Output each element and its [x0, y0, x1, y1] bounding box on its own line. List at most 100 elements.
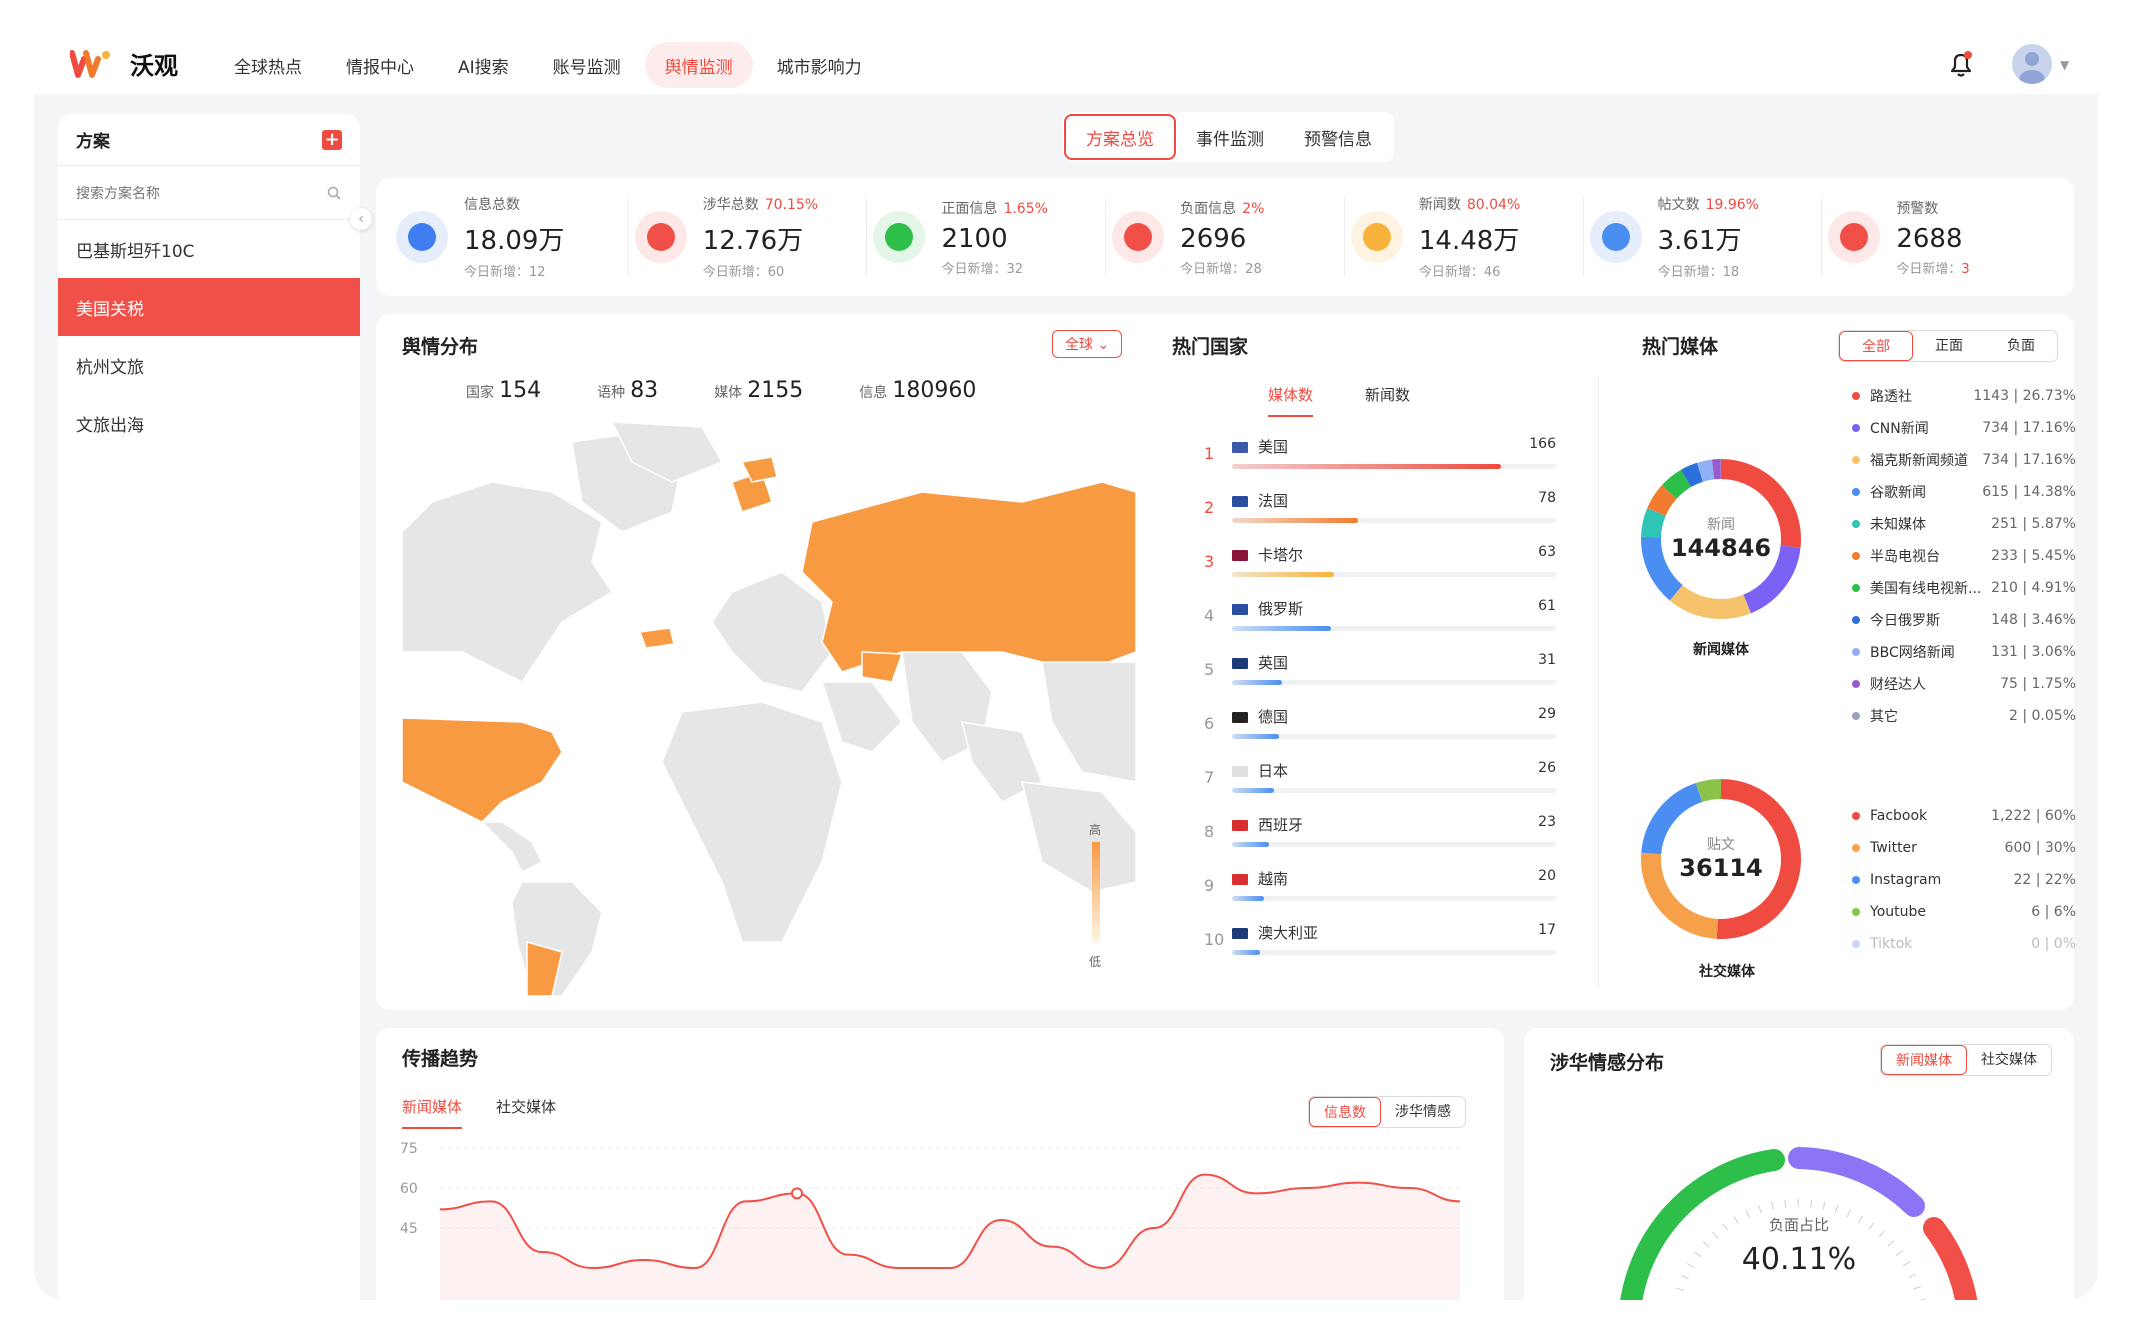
media-name: Youtube	[1870, 904, 1926, 920]
legend-dot	[1852, 392, 1860, 400]
country-rank-row[interactable]: 7 日本 26	[1204, 754, 1564, 808]
nav-opinion-monitor[interactable]: 舆情监测	[644, 42, 753, 88]
gauge-value: 40.11%	[1741, 1242, 1857, 1277]
country-rank-row[interactable]: 1 美国 166	[1204, 430, 1564, 484]
country-rank-row[interactable]: 10 澳大利亚 17	[1204, 916, 1564, 970]
tab-social-media[interactable]: 社交媒体	[496, 1096, 556, 1129]
nav-city-influence[interactable]: 城市影响力	[757, 42, 882, 88]
collapse-sidebar-icon[interactable]: ‹	[350, 208, 372, 230]
stat-icon	[1112, 211, 1165, 263]
stat-card[interactable]: 正面信息 1.65% 2100 今日新增：32	[867, 197, 1107, 277]
country-rank-row[interactable]: 2 法国 78	[1204, 484, 1564, 538]
stat-card[interactable]: 帖文数 19.96% 3.61万 今日新增：18	[1584, 197, 1823, 280]
media-legend-item[interactable]: Twitter 600 | 30%	[1852, 832, 2076, 864]
sentiment-tabs: 新闻媒体 社交媒体	[1880, 1044, 2052, 1076]
mode-info-count[interactable]: 信息数	[1309, 1097, 1381, 1127]
sidebar-item-plan-3[interactable]: 杭州文旅	[58, 336, 360, 394]
country-name: 德国	[1258, 708, 1289, 726]
stat-label: 帖文数 19.96%	[1657, 197, 1759, 213]
media-legend-item[interactable]: BBC网络新闻 131 | 3.06%	[1852, 636, 2076, 668]
rank-bar-track	[1232, 734, 1556, 739]
hot-countries-tabs: 媒体数 新闻数	[1268, 384, 1410, 417]
tab-alert-info[interactable]: 预警信息	[1284, 114, 1392, 160]
rank-number: 9	[1204, 876, 1215, 895]
country-rank-row[interactable]: 3 卡塔尔 63	[1204, 538, 1564, 592]
rank-bar-track	[1232, 842, 1556, 847]
sidebar-item-plan-1[interactable]: 巴基斯坦歼10C	[58, 220, 360, 278]
mode-china-sentiment[interactable]: 涉华情感	[1381, 1097, 1465, 1127]
media-legend-item[interactable]: 美国有线电视新... 210 | 4.91%	[1852, 572, 2076, 604]
media-legend-item[interactable]: Instagram 22 | 22%	[1852, 864, 2076, 896]
donut-segment[interactable]	[1647, 485, 1677, 517]
country-rank-row[interactable]: 8 西班牙 23	[1204, 808, 1564, 862]
media-name: Instagram	[1870, 872, 1942, 888]
plan-search-input[interactable]	[76, 184, 296, 201]
donut-segment[interactable]	[1661, 469, 1692, 499]
donut-segment[interactable]	[1681, 462, 1704, 488]
nav-intel-center[interactable]: 情报中心	[326, 42, 434, 88]
stat-new: 今日新增：18	[1657, 265, 1740, 280]
media-legend-item[interactable]: 今日俄罗斯 148 | 3.46%	[1852, 604, 2076, 636]
stat-card[interactable]: 新闻数 80.04% 14.48万 今日新增：46	[1345, 197, 1584, 280]
brand-logo[interactable]: 沃观	[69, 46, 178, 81]
tab-media-count[interactable]: 媒体数	[1268, 384, 1314, 417]
filter-positive[interactable]: 正面	[1913, 331, 1985, 361]
legend-high: 高	[1089, 822, 1101, 837]
scope-value: 全球	[1065, 337, 1093, 353]
trend-point[interactable]	[791, 1187, 803, 1200]
country-rank-row[interactable]: 4 俄罗斯 61	[1204, 592, 1564, 646]
country-rank-row[interactable]: 9 越南 20	[1204, 862, 1564, 916]
scope-dropdown[interactable]: 全球 ⌄	[1052, 330, 1123, 358]
media-stat: 0 | 0%	[2031, 936, 2076, 952]
tab-plan-overview[interactable]: 方案总览	[1064, 114, 1176, 160]
country-value: 23	[1538, 814, 1556, 830]
tab-sentiment-news[interactable]: 新闻媒体	[1881, 1045, 1967, 1075]
media-legend-item[interactable]: Youtube 6 | 6%	[1852, 896, 2076, 928]
sidebar-item-plan-4[interactable]: 文旅出海	[58, 394, 360, 452]
stat-card[interactable]: 负面信息 2% 2696 今日新增：28	[1106, 197, 1345, 277]
media-legend-item[interactable]: 福克斯新闻频道 734 | 17.16%	[1852, 444, 2076, 476]
sidebar-item-plan-2[interactable]: 美国关税	[58, 278, 360, 336]
filter-all[interactable]: 全部	[1839, 331, 1913, 361]
stat-card[interactable]: 涉华总数 70.15% 12.76万 今日新增：60	[629, 197, 868, 280]
stat-card[interactable]: 信息总数 18.09万 今日新增：12	[390, 197, 629, 280]
rank-bar-track	[1232, 680, 1556, 685]
tab-news-media[interactable]: 新闻媒体	[402, 1096, 463, 1129]
nav-account-monitor[interactable]: 账号监测	[533, 42, 641, 88]
donut-segment[interactable]	[1695, 779, 1722, 803]
search-icon[interactable]	[326, 185, 342, 201]
tab-sentiment-social[interactable]: 社交媒体	[1967, 1045, 2051, 1075]
user-avatar[interactable]	[2012, 44, 2052, 84]
stat-card[interactable]: 预警数 2688 今日新增：3	[1822, 197, 2060, 277]
media-legend-item[interactable]: Facbook 1,222 | 60%	[1852, 800, 2076, 832]
media-name: BBC网络新闻	[1870, 645, 1955, 661]
country-rank-row[interactable]: 5 英国 31	[1204, 646, 1564, 700]
donut-segment[interactable]	[1696, 459, 1715, 482]
add-plan-button[interactable]: +	[322, 129, 342, 150]
flag-icon	[1232, 874, 1248, 885]
media-legend-item[interactable]: 谷歌新闻 615 | 14.38%	[1852, 476, 2076, 508]
media-stat: 75 | 1.75%	[2000, 676, 2076, 692]
country-rank-row[interactable]: 6 德国 29	[1204, 700, 1564, 754]
nav-global-hotspots[interactable]: 全球热点	[214, 42, 322, 88]
rank-number: 7	[1204, 768, 1215, 787]
trend-chart[interactable]: 75 60 45	[396, 1138, 1486, 1300]
media-stat: 2 | 0.05%	[2009, 708, 2076, 724]
media-legend-item[interactable]: 其它 2 | 0.05%	[1852, 700, 2076, 732]
tab-event-monitor[interactable]: 事件监测	[1176, 114, 1284, 160]
media-legend-item[interactable]: 半岛电视台 233 | 5.45%	[1852, 540, 2076, 572]
rank-bar-fill	[1232, 950, 1260, 955]
tab-news-count[interactable]: 新闻数	[1365, 384, 1410, 417]
nav-ai-search[interactable]: AI搜索	[438, 42, 529, 88]
media-legend-item[interactable]: 路透社 1143 | 26.73%	[1852, 380, 2076, 412]
chevron-down-icon[interactable]: ▼	[2060, 58, 2069, 72]
bell-icon[interactable]	[1948, 50, 1974, 78]
donut-segment[interactable]	[1669, 584, 1751, 619]
media-legend-item[interactable]: 未知媒体 251 | 5.87%	[1852, 508, 2076, 540]
media-legend-item[interactable]: CNN新闻 734 | 17.16%	[1852, 412, 2076, 444]
filter-negative[interactable]: 负面	[1985, 331, 2057, 361]
world-map[interactable]: 高 低	[402, 422, 1136, 996]
media-legend-item[interactable]: 财经达人 75 | 1.75%	[1852, 668, 2076, 700]
media-stat: 600 | 30%	[2004, 840, 2076, 856]
media-legend-item[interactable]: Tiktok 0 | 0%	[1852, 928, 2076, 960]
